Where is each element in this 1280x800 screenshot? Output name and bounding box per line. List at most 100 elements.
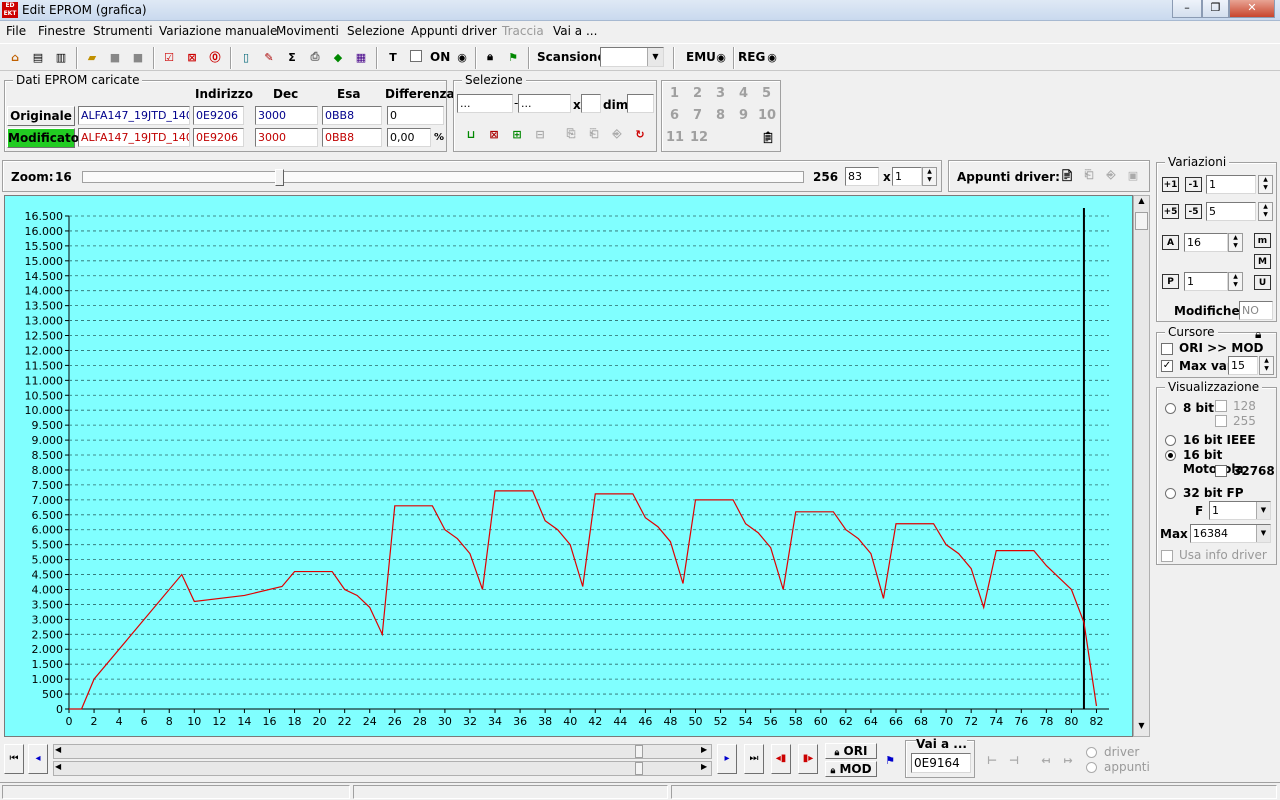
select-clear-icon[interactable]: ⊠ <box>484 124 504 144</box>
a-button[interactable]: A <box>1162 235 1179 250</box>
number-button-1[interactable]: 1 <box>670 86 679 101</box>
on-record-icon[interactable]: ◉ <box>452 47 472 67</box>
compare-icon[interactable]: ⊠ <box>182 47 202 67</box>
top-horizontal-scrollbar[interactable]: ◀ ▶ <box>53 744 712 759</box>
step1-field[interactable]: 1 <box>1206 175 1256 194</box>
bottom-scroll-thumb[interactable] <box>635 762 643 775</box>
next-button[interactable]: ▸ <box>717 744 737 774</box>
number-button-7[interactable]: 7 <box>693 108 702 123</box>
number-button-2[interactable]: 2 <box>693 86 702 101</box>
vertical-scroll-thumb[interactable] <box>1135 212 1148 230</box>
number-button-3[interactable]: 3 <box>716 86 725 101</box>
zero-icon[interactable]: ⓪ <box>205 47 225 67</box>
flag-icon[interactable]: ⚑ <box>880 750 900 770</box>
run-icon[interactable]: ⚑ <box>503 47 523 67</box>
modificato-esa-field[interactable]: 0BB8 <box>322 128 382 147</box>
text-icon[interactable]: T <box>383 47 403 67</box>
lock-icon[interactable]: 🔒︎ <box>480 47 500 67</box>
m-upper-button[interactable]: M <box>1254 254 1271 269</box>
radio-16bit-ieee[interactable] <box>1165 435 1176 446</box>
windows-icon[interactable]: ▤ <box>28 47 48 67</box>
modificato-differenza-field[interactable]: 0,00 <box>387 128 431 147</box>
scroll-down-icon[interactable]: ▼ <box>1134 721 1149 736</box>
last-button[interactable]: ⏭ <box>744 744 764 774</box>
scroll-right-icon[interactable]: ▶ <box>701 762 707 771</box>
refresh-icon[interactable]: ↻ <box>630 124 650 144</box>
number-button-12[interactable]: 12 <box>690 130 708 145</box>
zoom-multiplier-field[interactable]: 1 <box>892 167 922 186</box>
line-chart[interactable]: 05001.0001.5002.0002.5003.0003.5004.0004… <box>5 196 1132 736</box>
f-select[interactable]: 1 ▼ <box>1209 501 1271 520</box>
edit-icon[interactable]: ✎ <box>259 47 279 67</box>
menu-file[interactable]: File <box>6 24 26 38</box>
appunti-copy-icon[interactable]: 📄︎ <box>1057 165 1077 185</box>
menu-movimenti[interactable]: Movimenti <box>276 24 339 38</box>
modificato-name-field[interactable]: ALFA147_19JTD_140 <box>78 128 190 147</box>
scroll-right-icon[interactable]: ▶ <box>701 745 707 754</box>
emu-record-icon[interactable]: ◉ <box>711 47 731 67</box>
radio-8bit[interactable] <box>1165 403 1176 414</box>
number-button-9[interactable]: 9 <box>739 108 748 123</box>
memory-icon[interactable]: ▯ <box>236 47 256 67</box>
modificato-button[interactable]: Modificato <box>7 128 79 148</box>
menu-variazione-manuale[interactable]: Variazione manuale <box>159 24 277 38</box>
originale-esa-field[interactable]: 0BB8 <box>322 106 382 125</box>
m-lower-button[interactable]: m <box>1254 233 1271 248</box>
number-button-8[interactable]: 8 <box>716 108 725 123</box>
a-value-spinner[interactable]: ▲ ▼ <box>1228 233 1243 252</box>
vai-a-field[interactable]: 0E9164 <box>911 753 971 773</box>
ori-button[interactable]: 🔒︎ ORI <box>825 743 877 759</box>
modificato-indirizzo-field[interactable]: 0E9206 <box>193 128 244 147</box>
originale-indirizzo-field[interactable]: 0E9206 <box>193 106 244 125</box>
zoom-slider-track[interactable] <box>82 169 804 186</box>
radio-16bit-motorola[interactable] <box>1165 450 1176 461</box>
scroll-up-icon[interactable]: ▲ <box>1134 196 1149 211</box>
on-checkbox[interactable] <box>410 50 422 62</box>
max-var-checkbox[interactable]: ✓ <box>1161 360 1173 372</box>
selezione-from-field[interactable]: ... <box>457 94 513 113</box>
minimize-button[interactable]: – <box>1172 0 1202 18</box>
zoom-multiplier-spinner[interactable]: ▲ ▼ <box>922 167 937 186</box>
step2-spinner[interactable]: ▲ ▼ <box>1258 202 1273 221</box>
u-button[interactable]: U <box>1254 275 1271 290</box>
ori-mod-checkbox[interactable] <box>1161 343 1173 355</box>
number-button-4[interactable]: 4 <box>739 86 748 101</box>
plus1-button[interactable]: +1 <box>1162 177 1179 192</box>
menu-finestre[interactable]: Finestre <box>38 24 85 38</box>
open-folder-icon[interactable]: ▰ <box>82 47 102 67</box>
number-button-11[interactable]: 11 <box>666 130 684 145</box>
sum-icon[interactable]: Σ <box>282 47 302 67</box>
a-value-field[interactable]: 16 <box>1184 233 1228 252</box>
mod-button[interactable]: 🔒︎ MOD <box>825 761 877 777</box>
originale-dec-field[interactable]: 3000 <box>255 106 318 125</box>
select-start-icon[interactable]: ⊔ <box>461 124 481 144</box>
originale-name-field[interactable]: ALFA147_19JTD_140 <box>78 106 190 125</box>
zoom-value-field[interactable]: 83 <box>845 167 879 186</box>
plus5-button[interactable]: +5 <box>1162 204 1179 219</box>
menu-vai-a[interactable]: Vai a ... <box>553 24 597 38</box>
first-button[interactable]: ⏮ <box>4 744 24 774</box>
color-icon[interactable]: ◆ <box>328 47 348 67</box>
p-value-spinner[interactable]: ▲ ▼ <box>1228 272 1243 291</box>
p-value-field[interactable]: 1 <box>1184 272 1228 291</box>
home-icon[interactable]: ⌂ <box>5 47 25 67</box>
select-range-icon[interactable]: ⊞ <box>507 124 527 144</box>
max-select[interactable]: 16384 ▼ <box>1190 524 1271 543</box>
menu-strumenti[interactable]: Strumenti <box>93 24 153 38</box>
close-button[interactable]: ✕ <box>1229 0 1275 18</box>
prev-mod-button[interactable]: ◂▮ <box>771 744 791 774</box>
selezione-x-field[interactable] <box>581 94 601 113</box>
print-icon[interactable]: ⎙ <box>305 47 325 67</box>
p-button[interactable]: P <box>1162 274 1179 289</box>
zoom-slider-thumb[interactable] <box>275 169 285 186</box>
menu-selezione[interactable]: Selezione <box>347 24 405 38</box>
step2-field[interactable]: 5 <box>1206 202 1256 221</box>
minus5-button[interactable]: -5 <box>1185 204 1202 219</box>
selezione-to-field[interactable]: ... <box>518 94 571 113</box>
reg-record-icon[interactable]: ◉ <box>762 47 782 67</box>
clipboard-icon[interactable]: 📋︎ <box>758 127 778 147</box>
scroll-left-icon[interactable]: ◀ <box>55 745 61 754</box>
check-32768[interactable] <box>1215 465 1227 477</box>
maximize-button[interactable]: ❐ <box>1202 0 1229 18</box>
chart-area[interactable]: 0 500 1.000 1.500 2.000 2.500 3.000 3.500 4.000 4… <box>4 195 1133 737</box>
